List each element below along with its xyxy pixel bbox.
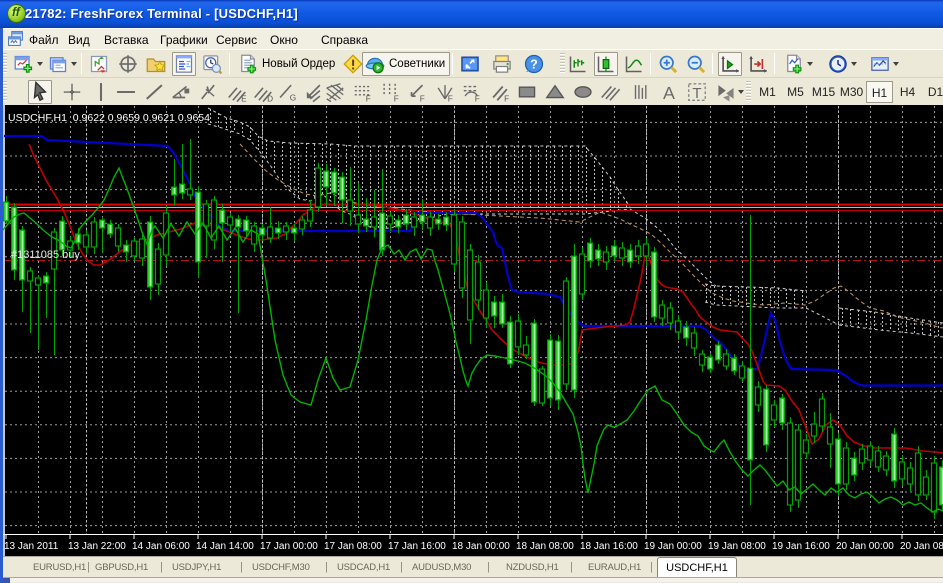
svg-text:D: D: [267, 95, 273, 103]
svg-text:17 Jan 08:00: 17 Jan 08:00: [324, 541, 382, 552]
svg-text:18 Jan 16:00: 18 Jan 16:00: [580, 541, 638, 552]
svg-text:20 Jan 08:00: 20 Jan 08:00: [900, 541, 943, 552]
svg-text:USDCHF,H1 0.9622 0.9659 0.962: USDCHF,H1 0.9622 0.9659 0.9621 0.9654: [8, 112, 210, 124]
svg-text:19 Jan 08:00: 19 Jan 08:00: [708, 541, 766, 552]
svg-text:F: F: [366, 95, 371, 103]
svg-text:G: G: [290, 93, 296, 102]
svg-text:13 Jan 22:00: 13 Jan 22:00: [68, 541, 126, 552]
svg-text:E: E: [241, 95, 247, 103]
svg-text:F: F: [448, 95, 453, 103]
svg-text:T: T: [692, 85, 701, 102]
svg-text:17 Jan 16:00: 17 Jan 16:00: [388, 541, 446, 552]
svg-text:19 Jan 00:00: 19 Jan 00:00: [644, 541, 702, 552]
svg-text:18 Jan 00:00: 18 Jan 00:00: [452, 541, 510, 552]
svg-text:20 Jan 00:00: 20 Jan 00:00: [836, 541, 894, 552]
svg-text:18 Jan 08:00: 18 Jan 08:00: [516, 541, 574, 552]
svg-text:19 Jan 16:00: 19 Jan 16:00: [772, 541, 830, 552]
svg-text:A: A: [663, 83, 675, 103]
svg-text:13 Jan 2011: 13 Jan 2011: [4, 541, 59, 552]
svg-text:14 Jan 14:00: 14 Jan 14:00: [196, 541, 254, 552]
svg-text:F: F: [504, 95, 509, 103]
svg-text:F: F: [420, 95, 425, 103]
svg-text:F: F: [394, 95, 399, 103]
svg-text:?: ?: [530, 57, 538, 71]
svg-text:14 Jan 06:00: 14 Jan 06:00: [132, 541, 190, 552]
svg-text:F: F: [475, 95, 480, 103]
svg-text:#1311085 buy: #1311085 buy: [11, 249, 80, 261]
svg-text:17 Jan 00:00: 17 Jan 00:00: [260, 541, 318, 552]
